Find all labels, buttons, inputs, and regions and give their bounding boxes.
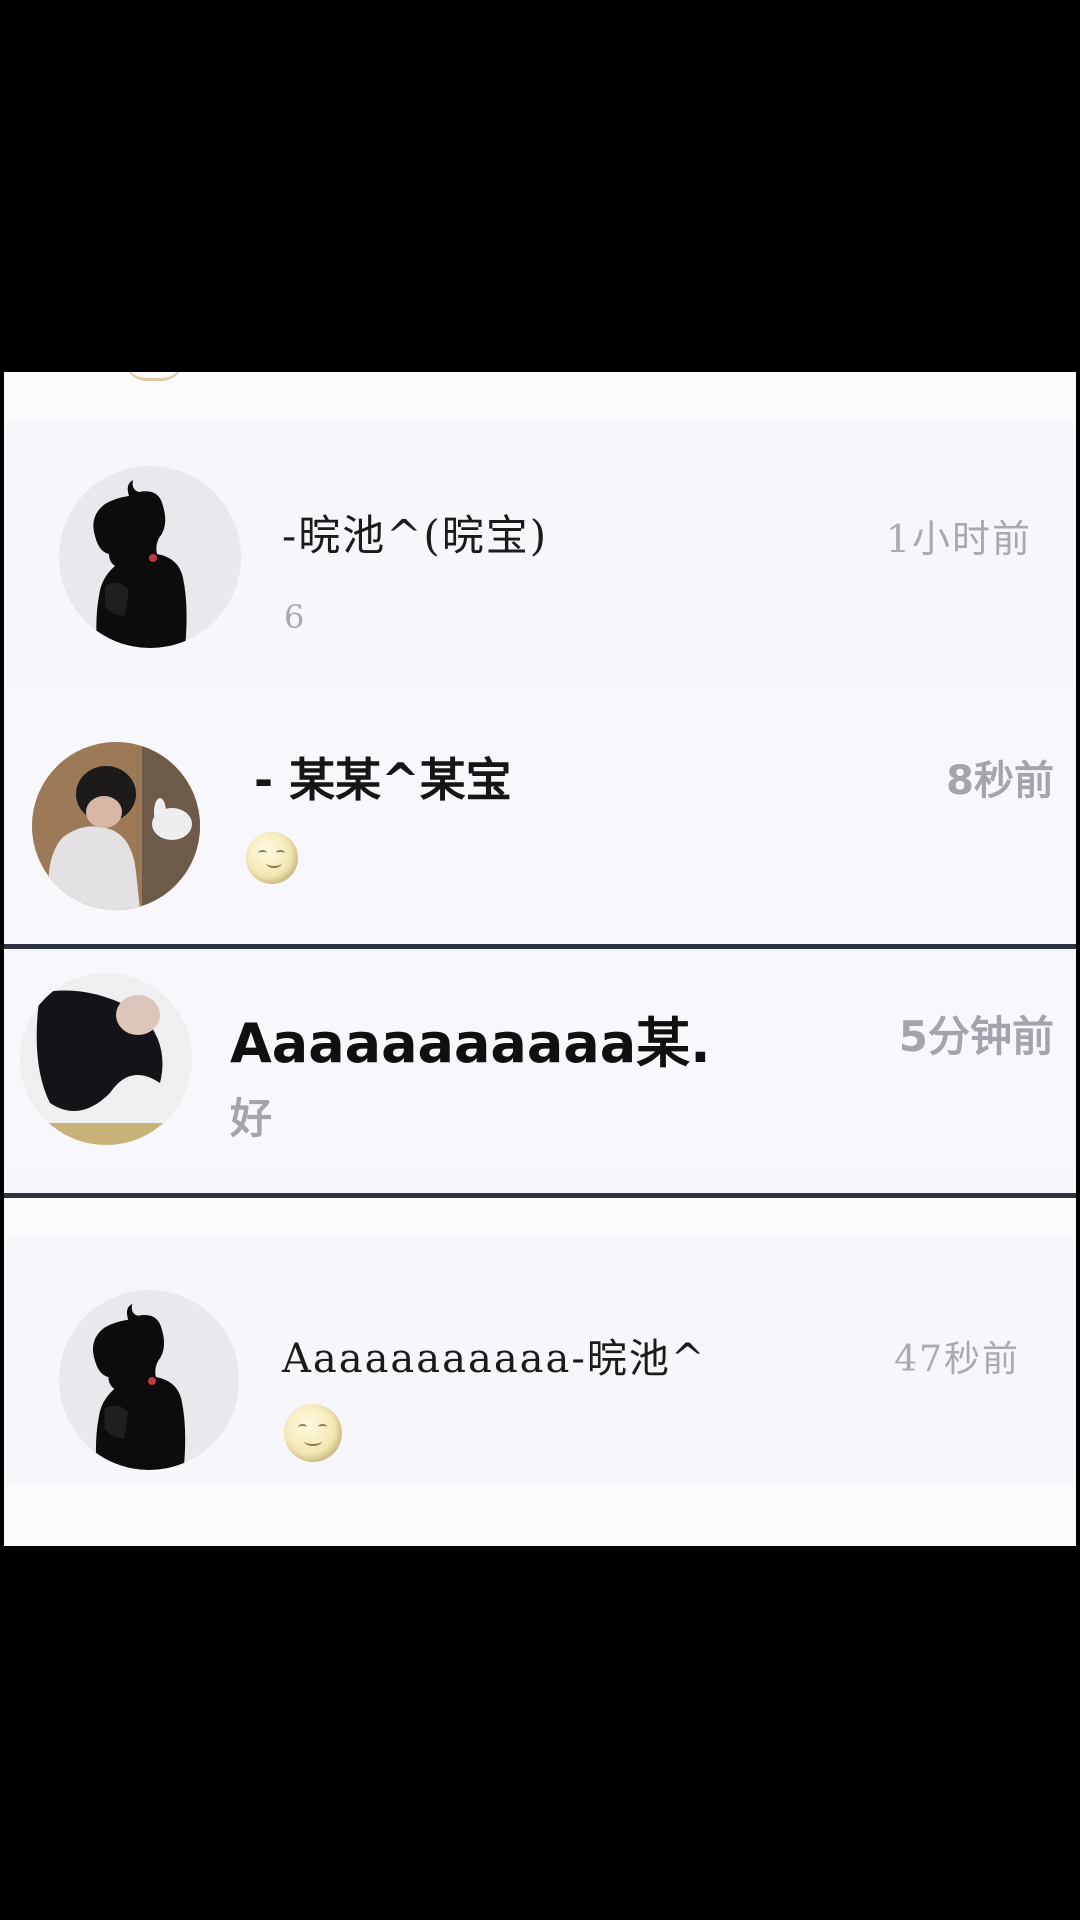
dark-hair-photo-icon [20, 973, 192, 1145]
photo-avatar-icon[interactable] [32, 742, 200, 910]
message-time: 8秒前 [946, 758, 1054, 804]
full-moon-face-emoji-icon [284, 1404, 342, 1462]
partial-avatar [124, 372, 184, 381]
conversation-row[interactable]: -晥池^(晥宝) 1小时前 6 [4, 424, 1076, 660]
conversation-row[interactable]: Aaaaaaaaaaa某. 5分钟前 好 [4, 949, 1076, 1169]
list-bottom-edge [4, 1486, 1076, 1546]
previous-row-edge [4, 372, 1076, 422]
conversation-row[interactable]: - 某某^某宝 8秒前 [4, 688, 1076, 946]
last-message: 好 [230, 1094, 273, 1143]
contact-name: -晥池^(晥宝) [282, 511, 549, 560]
silhouette-avatar-icon[interactable] [59, 466, 241, 648]
conversation-row[interactable]: Aaaaaaaaaaa-晥池^ 47秒前 [4, 1250, 1076, 1486]
girl-with-rabbit-photo-icon [32, 742, 200, 910]
contact-name: Aaaaaaaaaaa某. [230, 1012, 711, 1075]
silhouette-avatar-icon[interactable] [59, 1290, 239, 1470]
silhouette-figure-icon [93, 480, 187, 648]
row-spacer [4, 1198, 1076, 1238]
last-message: 6 [284, 598, 307, 636]
contact-name: Aaaaaaaaaaa-晥池^ [282, 1336, 707, 1382]
photo-avatar-icon[interactable] [20, 973, 192, 1145]
silhouette-figure-icon [92, 1303, 186, 1470]
message-time: 47秒前 [894, 1339, 1020, 1380]
smirk-moon-emoji-icon [246, 832, 298, 884]
message-time: 5分钟前 [898, 1012, 1054, 1061]
message-time: 1小时前 [885, 517, 1032, 561]
contact-name: - 某某^某宝 [254, 753, 512, 807]
chat-list-screen: -晥池^(晥宝) 1小时前 6 - 某某^某宝 8秒前 Aaaaaaaaaaa某… [4, 372, 1076, 1546]
